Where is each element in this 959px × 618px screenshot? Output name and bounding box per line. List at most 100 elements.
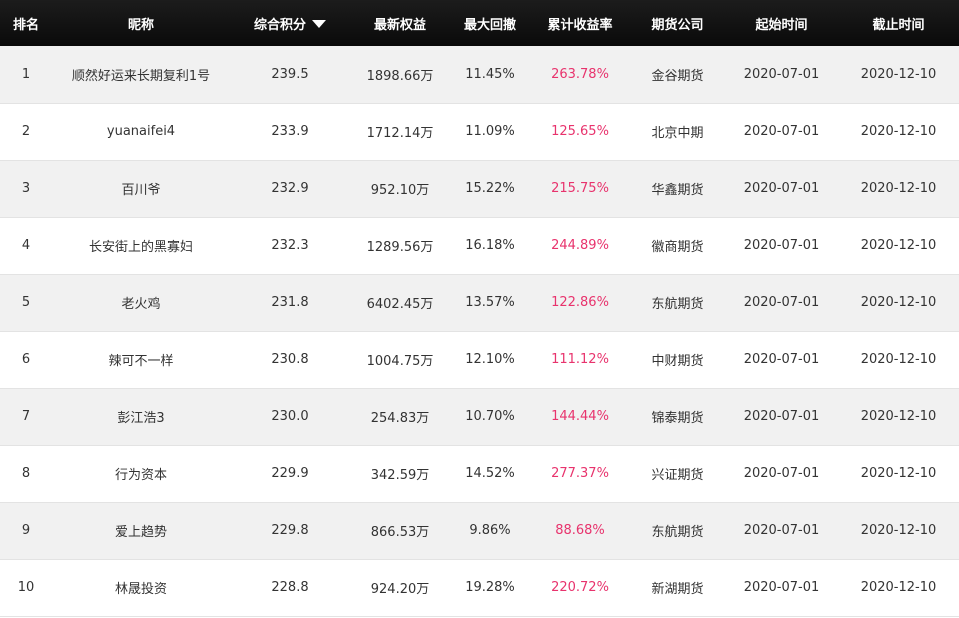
cell-rank: 7	[0, 388, 52, 446]
table-row: 3 百川爷 232.9 952.10万 15.22% 215.75% 华鑫期货 …	[0, 160, 959, 218]
cell-rank: 1	[0, 46, 52, 104]
table-header: 排名 昵称 综合积分 最新权益 最大回撤 累计收益率 期货公司 起始时间 截止时…	[0, 0, 959, 46]
cell-drawdown: 16.18%	[450, 217, 530, 275]
ranking-table: 排名 昵称 综合积分 最新权益 最大回撤 累计收益率 期货公司 起始时间 截止时…	[0, 0, 959, 617]
table-row: 1 顺然好运来长期复利1号 239.5 1898.66万 11.45% 263.…	[0, 46, 959, 104]
cell-return: 88.68%	[530, 502, 630, 560]
table-row: 2 yuanaifei4 233.9 1712.14万 11.09% 125.6…	[0, 103, 959, 161]
cell-end: 2020-12-10	[838, 559, 959, 617]
table-row: 5 老火鸡 231.8 6402.45万 13.57% 122.86% 东航期货…	[0, 274, 959, 332]
cell-drawdown: 11.45%	[450, 46, 530, 104]
cell-rank: 6	[0, 331, 52, 389]
cell-return: 125.65%	[530, 103, 630, 161]
cell-rank: 10	[0, 559, 52, 617]
header-row: 排名 昵称 综合积分 最新权益 最大回撤 累计收益率 期货公司 起始时间 截止时…	[0, 0, 959, 46]
cell-equity: 1898.66万	[350, 46, 450, 104]
cell-start: 2020-07-01	[725, 331, 838, 389]
cell-company: 金谷期货	[630, 46, 725, 104]
header-drawdown[interactable]: 最大回撤	[450, 0, 530, 46]
cell-score: 230.8	[230, 331, 350, 389]
cell-start: 2020-07-01	[725, 502, 838, 560]
cell-score: 232.9	[230, 160, 350, 218]
triangle-down-icon[interactable]	[312, 19, 326, 28]
cell-rank: 8	[0, 445, 52, 503]
table-row: 6 辣可不一样 230.8 1004.75万 12.10% 111.12% 中财…	[0, 331, 959, 389]
cell-equity: 952.10万	[350, 160, 450, 218]
header-return[interactable]: 累计收益率	[530, 0, 630, 46]
cell-nickname[interactable]: 老火鸡	[52, 274, 230, 332]
cell-return: 220.72%	[530, 559, 630, 617]
cell-nickname[interactable]: 彭江浩3	[52, 388, 230, 446]
cell-start: 2020-07-01	[725, 274, 838, 332]
cell-start: 2020-07-01	[725, 388, 838, 446]
cell-end: 2020-12-10	[838, 160, 959, 218]
cell-equity: 1289.56万	[350, 217, 450, 275]
cell-nickname[interactable]: 爱上趋势	[52, 502, 230, 560]
cell-drawdown: 19.28%	[450, 559, 530, 617]
cell-nickname[interactable]: 长安街上的黑寡妇	[52, 217, 230, 275]
table-row: 10 林晟投资 228.8 924.20万 19.28% 220.72% 新湖期…	[0, 559, 959, 617]
table-row: 8 行为资本 229.9 342.59万 14.52% 277.37% 兴证期货…	[0, 445, 959, 503]
cell-nickname[interactable]: 林晟投资	[52, 559, 230, 617]
cell-return: 263.78%	[530, 46, 630, 104]
cell-company: 徽商期货	[630, 217, 725, 275]
cell-start: 2020-07-01	[725, 103, 838, 161]
cell-nickname[interactable]: yuanaifei4	[52, 103, 230, 161]
header-company[interactable]: 期货公司	[630, 0, 725, 46]
cell-end: 2020-12-10	[838, 46, 959, 104]
cell-equity: 924.20万	[350, 559, 450, 617]
cell-drawdown: 14.52%	[450, 445, 530, 503]
cell-nickname[interactable]: 辣可不一样	[52, 331, 230, 389]
cell-score: 239.5	[230, 46, 350, 104]
cell-rank: 5	[0, 274, 52, 332]
cell-nickname[interactable]: 百川爷	[52, 160, 230, 218]
cell-end: 2020-12-10	[838, 331, 959, 389]
cell-nickname[interactable]: 行为资本	[52, 445, 230, 503]
table-body: 1 顺然好运来长期复利1号 239.5 1898.66万 11.45% 263.…	[0, 46, 959, 617]
cell-drawdown: 15.22%	[450, 160, 530, 218]
cell-end: 2020-12-10	[838, 103, 959, 161]
cell-equity: 254.83万	[350, 388, 450, 446]
cell-drawdown: 11.09%	[450, 103, 530, 161]
cell-score: 229.8	[230, 502, 350, 560]
header-score-label: 综合积分	[253, 17, 306, 33]
cell-end: 2020-12-10	[838, 274, 959, 332]
header-start[interactable]: 起始时间	[725, 0, 838, 46]
cell-end: 2020-12-10	[838, 502, 959, 560]
cell-start: 2020-07-01	[725, 217, 838, 275]
cell-return: 111.12%	[530, 331, 630, 389]
cell-drawdown: 12.10%	[450, 331, 530, 389]
table-row: 7 彭江浩3 230.0 254.83万 10.70% 144.44% 锦泰期货…	[0, 388, 959, 446]
cell-equity: 6402.45万	[350, 274, 450, 332]
cell-start: 2020-07-01	[725, 160, 838, 218]
header-score[interactable]: 综合积分	[230, 0, 350, 46]
cell-company: 东航期货	[630, 274, 725, 332]
cell-equity: 1712.14万	[350, 103, 450, 161]
cell-return: 144.44%	[530, 388, 630, 446]
cell-start: 2020-07-01	[725, 46, 838, 104]
cell-score: 229.9	[230, 445, 350, 503]
cell-score: 231.8	[230, 274, 350, 332]
cell-return: 122.86%	[530, 274, 630, 332]
header-equity[interactable]: 最新权益	[350, 0, 450, 46]
cell-company: 新湖期货	[630, 559, 725, 617]
cell-drawdown: 13.57%	[450, 274, 530, 332]
cell-score: 233.9	[230, 103, 350, 161]
cell-end: 2020-12-10	[838, 217, 959, 275]
cell-score: 230.0	[230, 388, 350, 446]
cell-company: 华鑫期货	[630, 160, 725, 218]
cell-start: 2020-07-01	[725, 559, 838, 617]
cell-nickname[interactable]: 顺然好运来长期复利1号	[52, 46, 230, 104]
cell-return: 244.89%	[530, 217, 630, 275]
header-nickname[interactable]: 昵称	[52, 0, 230, 46]
cell-company: 兴证期货	[630, 445, 725, 503]
cell-score: 232.3	[230, 217, 350, 275]
cell-company: 中财期货	[630, 331, 725, 389]
cell-end: 2020-12-10	[838, 388, 959, 446]
header-rank[interactable]: 排名	[0, 0, 52, 46]
header-end[interactable]: 截止时间	[838, 0, 959, 46]
cell-rank: 9	[0, 502, 52, 560]
cell-equity: 1004.75万	[350, 331, 450, 389]
cell-drawdown: 9.86%	[450, 502, 530, 560]
cell-equity: 342.59万	[350, 445, 450, 503]
